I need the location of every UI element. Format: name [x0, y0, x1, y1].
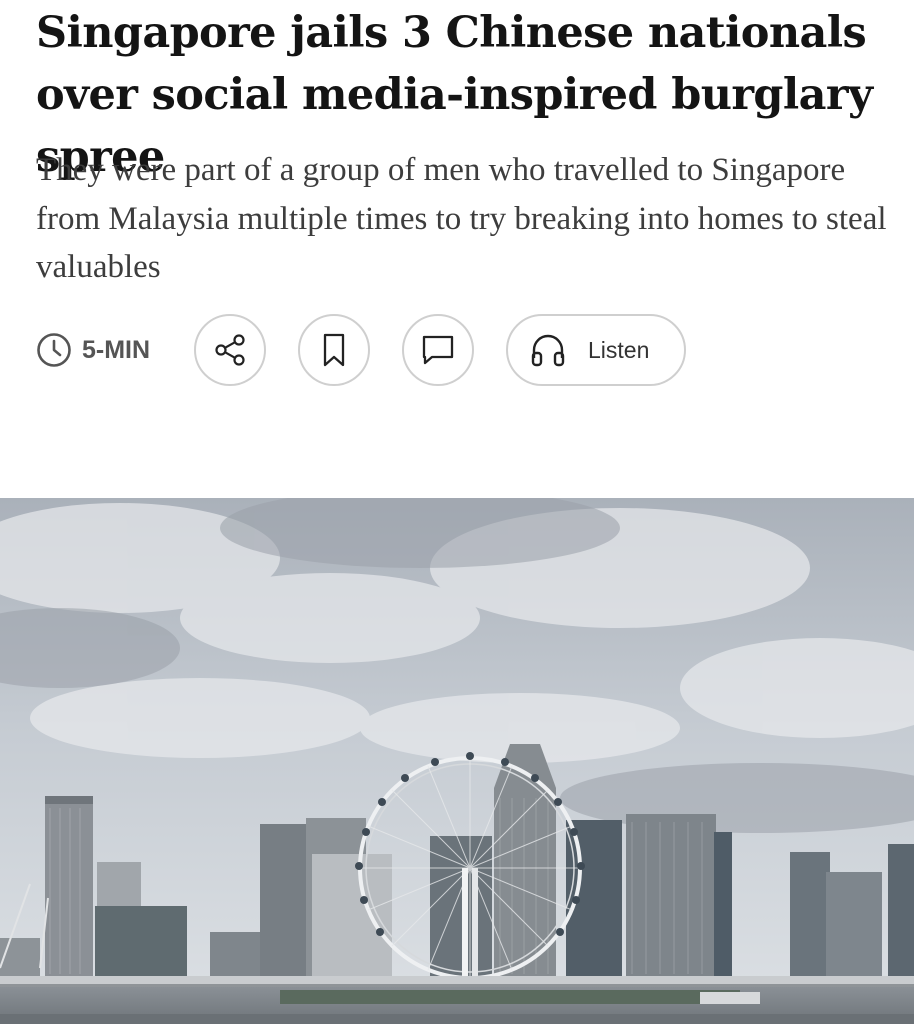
- article-standfirst: They were part of a group of men who tra…: [36, 152, 887, 285]
- share-button[interactable]: [194, 314, 266, 386]
- clock-icon: [37, 333, 71, 367]
- comment-button[interactable]: [402, 314, 474, 386]
- read-time: 5-MIN: [36, 333, 150, 367]
- bookmark-button[interactable]: [298, 314, 370, 386]
- singapore-skyline-illustration: [0, 498, 914, 1024]
- listen-label: Listen: [588, 336, 650, 363]
- headphones-icon: [531, 334, 565, 367]
- hero-image: [0, 498, 914, 1024]
- share-icon: [215, 334, 245, 366]
- bookmark-icon: [323, 333, 345, 367]
- read-time-label: 5-MIN: [82, 335, 151, 364]
- comment-icon: [422, 335, 454, 365]
- listen-button[interactable]: Listen: [506, 314, 686, 386]
- article-toolbar: 5-MIN Listen: [36, 314, 736, 386]
